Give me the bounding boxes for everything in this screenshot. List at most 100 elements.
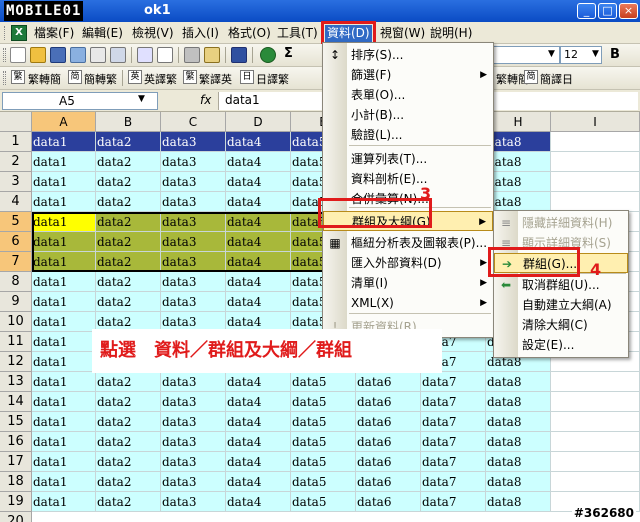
cell[interactable]: data1 (32, 212, 96, 232)
select-all-corner[interactable] (0, 112, 32, 132)
row-header-7[interactable]: 7 (0, 252, 32, 272)
menu-insert[interactable]: 插入(I) (180, 25, 221, 42)
open-icon[interactable] (30, 47, 46, 63)
data-menu-item-10[interactable]: 匯入外部資料(D) ▶ (323, 253, 493, 273)
cell[interactable]: data2 (96, 172, 161, 192)
excel-doc-icon[interactable]: X (11, 25, 27, 41)
cell[interactable]: data7 (421, 412, 486, 432)
cell[interactable]: data6 (356, 372, 421, 392)
new-icon[interactable] (10, 47, 26, 63)
simp-to-jpn-button[interactable]: 簡譯日 (540, 71, 573, 87)
row-header-9[interactable]: 9 (0, 292, 32, 312)
cell[interactable] (551, 172, 640, 192)
cell[interactable]: data4 (226, 492, 291, 512)
cell[interactable]: data6 (356, 432, 421, 452)
fx-icon[interactable]: fx (200, 93, 211, 107)
cell[interactable]: data6 (356, 452, 421, 472)
cell[interactable]: data7 (421, 472, 486, 492)
cell[interactable]: data1 (32, 372, 96, 392)
row-header-12[interactable]: 12 (0, 352, 32, 372)
cell[interactable]: data8 (486, 472, 551, 492)
cell[interactable]: data1 (32, 492, 96, 512)
data-menu-item-2[interactable]: 表單(O)... (323, 85, 493, 105)
row-header-6[interactable]: 6 (0, 232, 32, 252)
paste-icon[interactable] (204, 47, 220, 63)
cell[interactable]: data8 (486, 372, 551, 392)
cell[interactable]: data3 (161, 252, 226, 272)
trad-to-simp-button[interactable]: 繁轉簡 (28, 71, 61, 87)
row-header-16[interactable]: 16 (0, 432, 32, 452)
cell[interactable]: data1 (32, 392, 96, 412)
cell[interactable]: data2 (96, 212, 161, 232)
cell[interactable]: data4 (226, 252, 291, 272)
cell[interactable]: data2 (96, 432, 161, 452)
cell[interactable]: data1 (32, 252, 96, 272)
menu-view[interactable]: 檢視(V) (130, 25, 176, 42)
chevron-down-icon[interactable]: ▼ (548, 49, 555, 59)
cell[interactable]: data6 (356, 492, 421, 512)
cell[interactable]: data8 (486, 192, 551, 212)
cell[interactable]: data1 (32, 172, 96, 192)
cell[interactable]: data6 (356, 412, 421, 432)
row-header-10[interactable]: 10 (0, 312, 32, 332)
cell[interactable]: data8 (486, 132, 551, 152)
column-header-h[interactable]: H (486, 112, 551, 132)
cut-icon[interactable] (184, 47, 200, 63)
cell[interactable]: data3 (161, 452, 226, 472)
cell[interactable]: data3 (161, 232, 226, 252)
cell[interactable]: data4 (226, 472, 291, 492)
cell[interactable]: data6 (356, 472, 421, 492)
data-menu-item-0[interactable]: 排序(S)... ↕ (323, 45, 493, 65)
column-header-a[interactable]: A (32, 112, 96, 132)
cell[interactable]: data2 (96, 452, 161, 472)
print-icon[interactable] (110, 47, 126, 63)
data-menu-item-8[interactable]: 群組及大綱(G) ▶ (323, 211, 493, 231)
cell[interactable]: data8 (486, 172, 551, 192)
bold-icon[interactable]: B (610, 47, 620, 62)
cell[interactable]: data1 (32, 412, 96, 432)
cell[interactable] (551, 132, 640, 152)
group-submenu-item-2[interactable]: 群組(G)... ➔ (494, 253, 628, 273)
column-header-i[interactable]: I (551, 112, 640, 132)
minimize-button[interactable]: _ (577, 3, 596, 19)
cell[interactable]: data1 (32, 292, 96, 312)
save-icon[interactable] (50, 47, 66, 63)
data-menu-item-5[interactable]: 運算列表(T)... (323, 149, 493, 169)
column-header-b[interactable]: B (96, 112, 161, 132)
cell[interactable]: data4 (226, 152, 291, 172)
cell[interactable]: data2 (96, 192, 161, 212)
cell[interactable]: data1 (32, 452, 96, 472)
row-header-17[interactable]: 17 (0, 452, 32, 472)
cell[interactable]: data5 (291, 372, 356, 392)
maximize-button[interactable]: □ (598, 3, 617, 19)
name-box[interactable]: A5 (2, 92, 158, 110)
menu-data[interactable]: 資料(D) (321, 21, 376, 46)
group-submenu-item-6[interactable]: 設定(E)... (494, 335, 628, 355)
cell[interactable]: data8 (486, 492, 551, 512)
row-header-15[interactable]: 15 (0, 412, 32, 432)
cell[interactable]: data4 (226, 372, 291, 392)
cell[interactable]: data5 (291, 412, 356, 432)
eng-to-trad-button[interactable]: 英譯繁 (144, 71, 177, 87)
cell[interactable]: data3 (161, 292, 226, 312)
chevron-down-icon[interactable]: ▼ (592, 49, 599, 59)
cell[interactable]: data2 (96, 252, 161, 272)
cell[interactable]: data5 (291, 392, 356, 412)
row-header-5[interactable]: 5 (0, 212, 32, 232)
row-header-3[interactable]: 3 (0, 172, 32, 192)
cell[interactable]: data5 (291, 452, 356, 472)
cell[interactable]: data2 (96, 472, 161, 492)
simp-to-trad-button[interactable]: 簡轉繁 (84, 71, 117, 87)
cell[interactable]: data4 (226, 392, 291, 412)
cell[interactable]: data2 (96, 292, 161, 312)
cell[interactable] (551, 452, 640, 472)
cell[interactable]: data3 (161, 432, 226, 452)
cell[interactable]: data5 (291, 492, 356, 512)
autosum-icon[interactable]: Σ (284, 46, 293, 61)
cell[interactable]: data3 (161, 272, 226, 292)
chevron-down-icon[interactable]: ▼ (138, 94, 145, 104)
column-header-d[interactable]: D (226, 112, 291, 132)
cell[interactable]: data8 (486, 392, 551, 412)
group-submenu-item-3[interactable]: 取消群組(U)... ⬅ (494, 275, 628, 295)
data-menu-item-12[interactable]: XML(X) ▶ (323, 293, 493, 313)
